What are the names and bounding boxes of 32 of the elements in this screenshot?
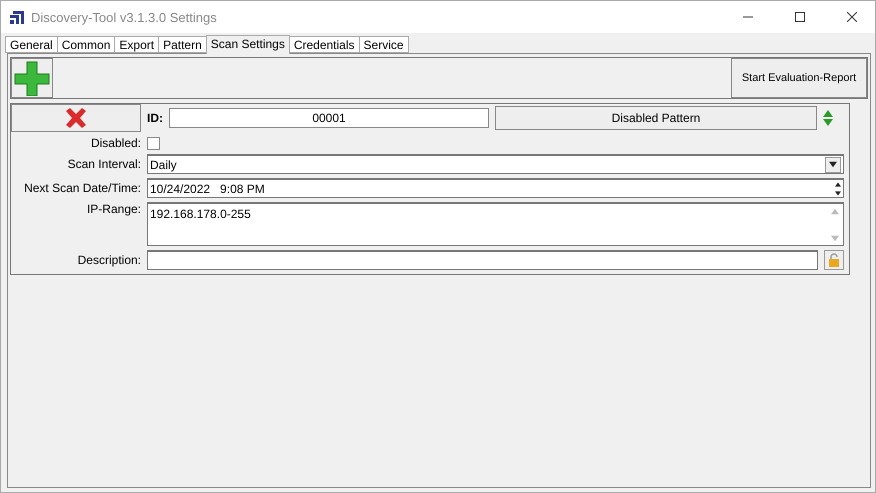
scan-interval-dropdown[interactable]: Daily <box>147 154 844 174</box>
down-arrow-icon[interactable] <box>835 190 841 196</box>
id-label: ID: <box>147 111 163 125</box>
up-arrow-icon[interactable] <box>835 180 841 188</box>
field-label: Description: <box>76 253 141 267</box>
field-label: Disabled: <box>90 136 141 150</box>
tab[interactable]: Credentials <box>288 36 360 53</box>
tab[interactable]: Export <box>114 36 160 53</box>
field-label: Next Scan Date/Time: <box>23 181 141 195</box>
tab[interactable]: Scan Settings <box>206 35 290 54</box>
tab[interactable]: General <box>5 36 58 53</box>
start-evaluation-report-button[interactable]: Start Evaluation-Report <box>731 58 867 98</box>
field-label: IP-Range: <box>86 202 141 216</box>
app-logo-icon <box>9 9 25 25</box>
tab[interactable]: Common <box>56 36 116 53</box>
id-field[interactable]: 00001 <box>169 108 489 128</box>
description-field[interactable] <box>147 250 818 270</box>
delete-button[interactable] <box>11 104 141 132</box>
dropdown-arrow-icon[interactable] <box>829 161 837 168</box>
checkbox[interactable] <box>147 136 160 150</box>
plus-icon <box>13 60 51 96</box>
tab[interactable]: Service <box>358 36 409 53</box>
delete-x-icon <box>64 108 88 128</box>
maximize-icon <box>795 12 805 22</box>
lock-button[interactable] <box>824 250 844 270</box>
add-button[interactable] <box>11 58 53 98</box>
window-title: Discovery-Tool v3.1.3.0 Settings <box>31 10 218 24</box>
field-label: Scan Interval: <box>66 157 141 171</box>
padlock-icon <box>827 253 841 267</box>
date-time-field[interactable]: 10/24/2022 9:08 PM <box>147 178 844 198</box>
close-icon <box>847 12 857 22</box>
tab[interactable]: Pattern <box>158 36 207 53</box>
